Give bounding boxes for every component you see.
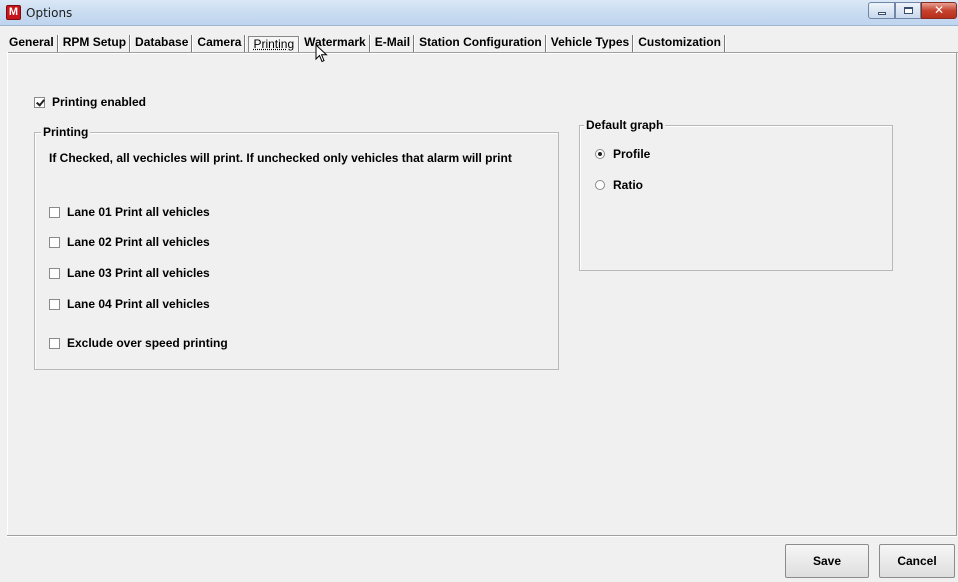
- tab-rpm-setup[interactable]: RPM Setup: [61, 35, 131, 53]
- minimize-button[interactable]: [868, 2, 895, 19]
- checkbox-icon[interactable]: [49, 337, 60, 349]
- profile-radio[interactable]: Profile: [595, 147, 650, 161]
- printing-enabled-checkbox[interactable]: Printing enabled: [34, 95, 146, 109]
- tab-customization[interactable]: Customization: [636, 35, 725, 53]
- maximize-button[interactable]: [895, 2, 921, 19]
- footer-divider-highlight: [7, 536, 957, 537]
- close-icon: ✕: [933, 3, 945, 17]
- lane-03-label: Lane 03 Print all vehicles: [67, 266, 210, 280]
- lane-01-checkbox[interactable]: Lane 01 Print all vehicles: [49, 205, 210, 219]
- lane-01-label: Lane 01 Print all vehicles: [67, 205, 210, 219]
- save-button[interactable]: Save: [785, 544, 869, 578]
- checkbox-icon[interactable]: [34, 96, 45, 108]
- lane-02-checkbox[interactable]: Lane 02 Print all vehicles: [49, 235, 210, 249]
- profile-label: Profile: [613, 147, 651, 161]
- checkbox-icon[interactable]: [49, 206, 60, 218]
- mouse-cursor-icon: [315, 44, 328, 63]
- window-title: Options: [26, 6, 73, 20]
- app-icon: M: [6, 5, 21, 20]
- printing-group-title: Printing: [41, 125, 91, 139]
- cancel-button[interactable]: Cancel: [879, 544, 955, 578]
- exclude-over-speed-checkbox[interactable]: Exclude over speed printing: [49, 336, 228, 350]
- radio-icon[interactable]: [595, 149, 605, 159]
- printing-group: Printing: [34, 125, 559, 370]
- checkbox-icon[interactable]: [49, 267, 60, 279]
- ratio-label: Ratio: [613, 178, 643, 192]
- lane-04-checkbox[interactable]: Lane 04 Print all vehicles: [49, 297, 210, 311]
- printing-description: If Checked, all vechicles will print. If…: [49, 151, 512, 165]
- lane-04-label: Lane 04 Print all vehicles: [67, 297, 210, 311]
- tab-email[interactable]: E-Mail: [373, 35, 415, 53]
- tab-watermark[interactable]: Watermark: [302, 35, 370, 53]
- panel-left-edge: [7, 52, 8, 535]
- tab-strip: General RPM Setup Database Camera Printi…: [7, 33, 728, 54]
- tab-database[interactable]: Database: [133, 35, 193, 53]
- tab-general[interactable]: General: [7, 35, 58, 53]
- lane-02-label: Lane 02 Print all vehicles: [67, 235, 210, 249]
- checkbox-icon[interactable]: [49, 236, 60, 248]
- tab-panel-highlight: [7, 53, 958, 54]
- default-graph-title: Default graph: [584, 118, 666, 132]
- minimize-icon: [878, 12, 886, 15]
- title-bar[interactable]: M Options ✕: [0, 0, 958, 26]
- checkbox-icon[interactable]: [49, 298, 60, 310]
- tab-station-configuration[interactable]: Station Configuration: [417, 35, 546, 53]
- tab-camera[interactable]: Camera: [195, 35, 246, 53]
- radio-icon[interactable]: [595, 180, 605, 190]
- ratio-radio[interactable]: Ratio: [595, 178, 643, 192]
- lane-03-checkbox[interactable]: Lane 03 Print all vehicles: [49, 266, 210, 280]
- exclude-over-speed-label: Exclude over speed printing: [67, 336, 228, 350]
- tab-vehicle-types[interactable]: Vehicle Types: [549, 35, 634, 53]
- printing-enabled-label: Printing enabled: [52, 95, 147, 109]
- maximize-icon: [904, 7, 913, 14]
- panel-right-edge: [956, 52, 957, 535]
- close-button[interactable]: ✕: [921, 2, 957, 19]
